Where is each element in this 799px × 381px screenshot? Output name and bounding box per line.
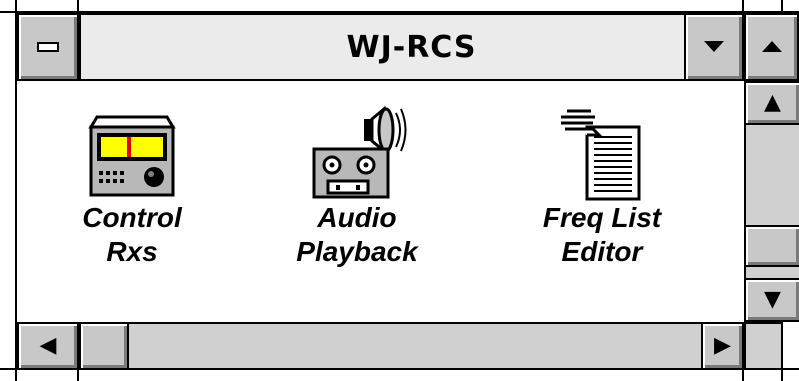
arrow-down-icon: ▼ — [764, 287, 781, 312]
horizontal-scroll-thumb[interactable] — [79, 322, 129, 370]
radio-receiver-icon — [88, 115, 176, 197]
tape-recorder-speaker-icon — [312, 105, 407, 199]
frame-notch-left — [77, 0, 79, 13]
scroll-up-button[interactable]: ▲ — [744, 81, 799, 125]
program-item-audio-playback[interactable]: Audio Playback — [282, 105, 432, 269]
scroll-down-button[interactable]: ▼ — [744, 278, 799, 322]
program-item-freq-list-editor[interactable]: Freq List Editor — [527, 107, 677, 269]
vertical-scroll-thumb[interactable] — [744, 225, 799, 267]
maximize-button[interactable] — [744, 13, 799, 81]
program-item-label: Audio Playback — [296, 202, 418, 267]
scroll-right-button[interactable]: ▶ — [701, 322, 744, 370]
hand-document-icon — [561, 109, 641, 201]
up-triangle-icon — [761, 41, 782, 52]
title-bar[interactable]: WJ-RCS — [79, 13, 744, 81]
program-item-control-rxs[interactable]: Control Rxs — [57, 109, 207, 269]
arrow-left-icon: ◀ — [39, 333, 57, 358]
system-menu-button[interactable] — [17, 13, 79, 81]
arrow-right-icon: ▶ — [714, 333, 731, 358]
size-box — [744, 322, 781, 368]
program-item-label: Freq List Editor — [542, 202, 662, 267]
down-triangle-icon — [704, 41, 724, 52]
minus-bar-icon — [37, 42, 59, 52]
window-title: WJ-RCS — [346, 29, 477, 65]
minimize-button[interactable] — [684, 13, 744, 81]
arrow-up-icon: ▲ — [764, 90, 781, 115]
vertical-scrollbar[interactable]: ▲ ▼ — [744, 81, 799, 322]
frame-notch-right — [742, 0, 744, 13]
program-group-window: Control Rxs Audio Playback Freq List Edi… — [17, 81, 744, 322]
program-item-label: Control Rxs — [82, 202, 182, 267]
scroll-left-button[interactable]: ◀ — [17, 322, 79, 370]
horizontal-scrollbar[interactable]: ◀ ▶ — [17, 322, 744, 370]
